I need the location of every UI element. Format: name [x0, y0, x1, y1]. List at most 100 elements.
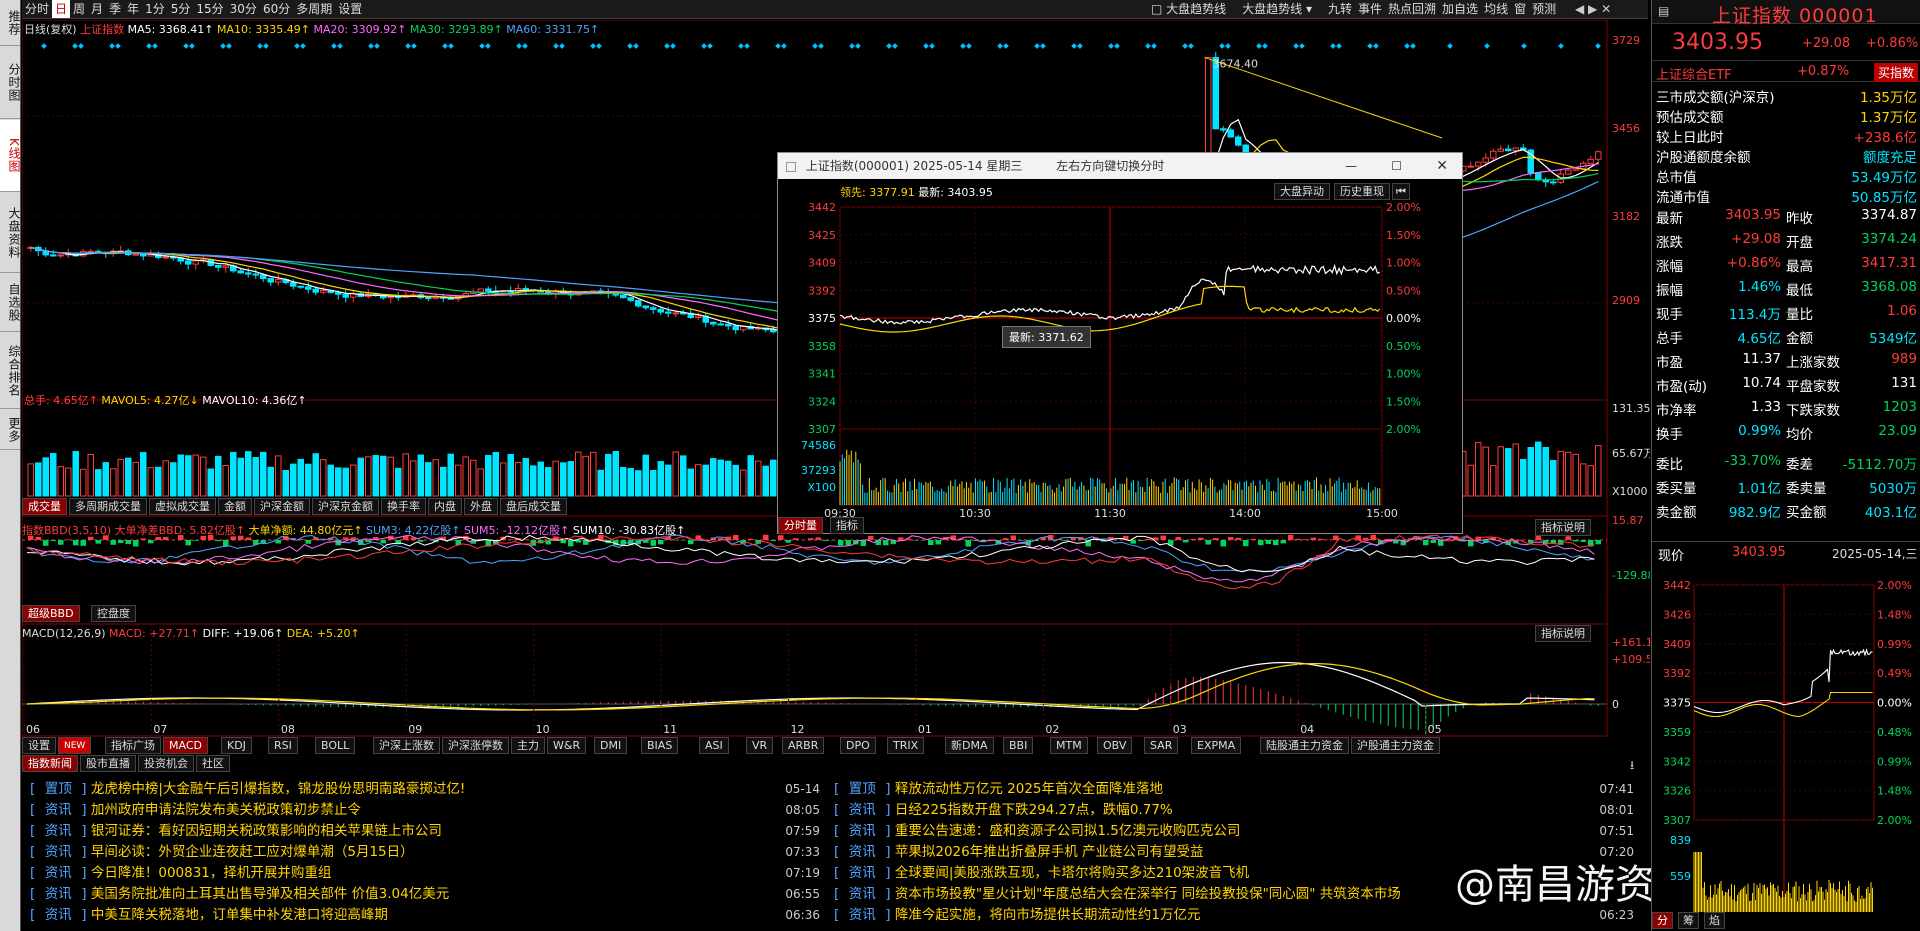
ind-tab-17[interactable]: TRIX: [887, 737, 925, 754]
minimize-icon[interactable]: —: [1345, 153, 1357, 179]
vol-tab-4[interactable]: 沪深金额: [254, 498, 310, 515]
left-tab-2[interactable]: K线图: [0, 120, 21, 192]
ind-tab-22[interactable]: SAR: [1144, 737, 1179, 754]
toolbar-right-0[interactable]: □ 大盘趋势线: [1148, 0, 1229, 18]
vol-tab-6[interactable]: 换手率: [381, 498, 426, 515]
ind-tab-12[interactable]: BIAS: [641, 737, 679, 754]
ind-tab-13[interactable]: ASI: [699, 737, 729, 754]
quote-menu-icon[interactable]: ▤: [1658, 4, 1669, 18]
left-tab-6[interactable]: 更多: [0, 410, 21, 450]
popup-tab-1[interactable]: 指标: [830, 517, 864, 534]
close-icon[interactable]: ✕: [1436, 153, 1448, 179]
history-replay-button[interactable]: 历史重现: [1334, 183, 1390, 200]
news-tab-1[interactable]: 股市直播: [80, 755, 136, 772]
ind-tab-2[interactable]: 指标广场: [105, 737, 161, 754]
ind-tab-5[interactable]: RSI: [268, 737, 298, 754]
ind-tab-11[interactable]: DMI: [594, 737, 628, 754]
period-tab-5[interactable]: 年: [124, 0, 142, 18]
news-tab-2[interactable]: 投资机会: [138, 755, 194, 772]
news-right-row[interactable]: [置顶] 释放流动性万亿元 2025年首次全面降准落地 07:41: [834, 779, 1634, 799]
ind-tab-7[interactable]: 沪深上涨数: [373, 737, 440, 754]
period-tab-3[interactable]: 月: [88, 0, 106, 18]
period-tab-11[interactable]: 多周期: [293, 0, 335, 18]
bbd-tab-1[interactable]: 控盘度: [91, 605, 136, 622]
period-tab-10[interactable]: 60分: [260, 0, 293, 18]
ind-tab-20[interactable]: MTM: [1050, 737, 1088, 754]
toolbar-right-2[interactable]: 九转: [1325, 0, 1355, 18]
toolbar-right-7[interactable]: 窗: [1511, 0, 1529, 18]
period-tab-4[interactable]: 季: [106, 0, 124, 18]
ind-tab-18[interactable]: 新DMA: [945, 737, 994, 754]
left-tab-3[interactable]: 大盘资料: [0, 193, 21, 273]
right-tab-2[interactable]: 焰: [1704, 912, 1725, 929]
left-tab-0[interactable]: 推荐: [0, 0, 21, 46]
period-tab-9[interactable]: 30分: [227, 0, 260, 18]
vol-tab-7[interactable]: 内盘: [428, 498, 462, 515]
ind-tab-24[interactable]: 陆股通主力资金: [1260, 737, 1349, 754]
ind-tab-8[interactable]: 沪深涨停数: [442, 737, 509, 754]
left-tab-4[interactable]: 自选股: [0, 274, 21, 332]
news-left-row[interactable]: [资讯] 中美互降关税落地，订单集中补发港口将迎高峰期 06:36: [30, 905, 820, 925]
toolbar-right-5[interactable]: 加自选: [1439, 0, 1481, 18]
right-tab-0[interactable]: 分: [1652, 912, 1673, 929]
period-tab-8[interactable]: 15分: [193, 0, 226, 18]
vol-tab-9[interactable]: 盘后成交量: [500, 498, 567, 515]
ind-tab-9[interactable]: 主力: [511, 737, 545, 754]
popup-tab-0[interactable]: 分时量: [778, 517, 823, 534]
ind-tab-3[interactable]: MACD: [163, 737, 208, 754]
news-right-row[interactable]: [资讯] 日经225指数开盘下跌294.27点，跌幅0.77% 08:01: [834, 800, 1634, 820]
toolbar-right-8[interactable]: 预测: [1529, 0, 1559, 18]
toolbar-right-4[interactable]: 热点回溯: [1385, 0, 1439, 18]
toolbar-right-1[interactable]: 大盘趋势线 ▾: [1239, 0, 1315, 18]
ind-tab-4[interactable]: KDJ: [221, 737, 252, 754]
bbd-tab-0[interactable]: 超级BBD: [22, 605, 80, 622]
vol-tab-2[interactable]: 虚拟成交量: [149, 498, 216, 515]
left-tab-5[interactable]: 综合排名: [0, 333, 21, 409]
period-tab-1[interactable]: 日: [52, 0, 71, 18]
ind-tab-10[interactable]: W&R: [547, 737, 587, 754]
period-tab-7[interactable]: 5分: [168, 0, 194, 18]
vol-tab-3[interactable]: 金额: [218, 498, 252, 515]
vol-tab-0[interactable]: 成交量: [22, 498, 67, 515]
ind-tab-1[interactable]: NEW: [58, 737, 92, 754]
go-end-icon[interactable]: ⏮: [1392, 183, 1410, 200]
etf-row[interactable]: 上证综合ETF +0.87% 买指数: [1652, 60, 1920, 83]
left-tab-1[interactable]: 分时图: [0, 47, 21, 119]
news-tab-3[interactable]: 社区: [196, 755, 230, 772]
window-controls[interactable]: ◀ ▶ ✕: [1575, 2, 1647, 18]
ind-tab-19[interactable]: BBI: [1003, 737, 1034, 754]
vol-tab-5[interactable]: 沪深京金额: [312, 498, 379, 515]
ind-tab-0[interactable]: 设置: [22, 737, 56, 754]
news-left-row[interactable]: [资讯] 早间必读：外贸企业连夜赶工应对爆单潮（5月15日） 07:33: [30, 842, 820, 862]
period-tab-0[interactable]: 分时: [22, 0, 52, 18]
news-tab-0[interactable]: 指数新闻: [22, 755, 78, 772]
right-tab-1[interactable]: 筹: [1678, 912, 1699, 929]
maximize-icon[interactable]: ☐: [1391, 153, 1402, 179]
ind-tab-15[interactable]: ARBR: [782, 737, 825, 754]
ind-tab-6[interactable]: BOLL: [315, 737, 356, 754]
macd-explain-button[interactable]: 指标说明: [1535, 625, 1591, 642]
ind-tab-25[interactable]: 沪股通主力资金: [1351, 737, 1440, 754]
popup-titlebar[interactable]: 上证指数(000001) 2025-05-14 星期三 左右方向键切换分时 — …: [778, 153, 1462, 179]
news-left-row[interactable]: [资讯] 美国务院批准向土耳其出售导弹及相关部件 价值3.04亿美元 06:55: [30, 884, 820, 904]
news-right-row[interactable]: [资讯] 重要公告速递：盛和资源子公司拟1.5亿澳元收购匹克公司 07:51: [834, 821, 1634, 841]
period-tab-12[interactable]: 设置: [335, 0, 365, 18]
ind-tab-21[interactable]: OBV: [1097, 737, 1133, 754]
news-left-row[interactable]: [资讯] 加州政府申请法院发布美关税政策初步禁止令 08:05: [30, 800, 820, 820]
news-left-row[interactable]: [置顶] 龙虎榜中榜|大金融午后引爆指数，锦龙股份思明南路豪掷过亿! 05-14: [30, 779, 820, 799]
ind-tab-23[interactable]: EXPMA: [1191, 737, 1242, 754]
period-tab-2[interactable]: 周: [70, 0, 88, 18]
market-anomaly-button[interactable]: 大盘异动: [1274, 183, 1330, 200]
intraday-popup-window[interactable]: 上证指数(000001) 2025-05-14 星期三 左右方向键切换分时 — …: [777, 152, 1463, 534]
toolbar-right-3[interactable]: 事件: [1355, 0, 1385, 18]
period-tab-6[interactable]: 1分: [142, 0, 168, 18]
toolbar-right-6[interactable]: 均线: [1481, 0, 1511, 18]
buy-index-button[interactable]: 买指数: [1874, 63, 1919, 82]
vol-tab-8[interactable]: 外盘: [464, 498, 498, 515]
news-left-row[interactable]: [资讯] 今日降准！000831，择机开展并购重组 07:19: [30, 863, 820, 883]
bbd-explain-button[interactable]: 指标说明: [1535, 519, 1591, 536]
ind-tab-16[interactable]: DPO: [840, 737, 876, 754]
ind-tab-14[interactable]: VR: [746, 737, 774, 754]
vol-tab-1[interactable]: 多周期成交量: [69, 498, 147, 515]
news-left-row[interactable]: [资讯] 银河证券：看好因短期关税政策影响的相关苹果链上市公司 07:59: [30, 821, 820, 841]
